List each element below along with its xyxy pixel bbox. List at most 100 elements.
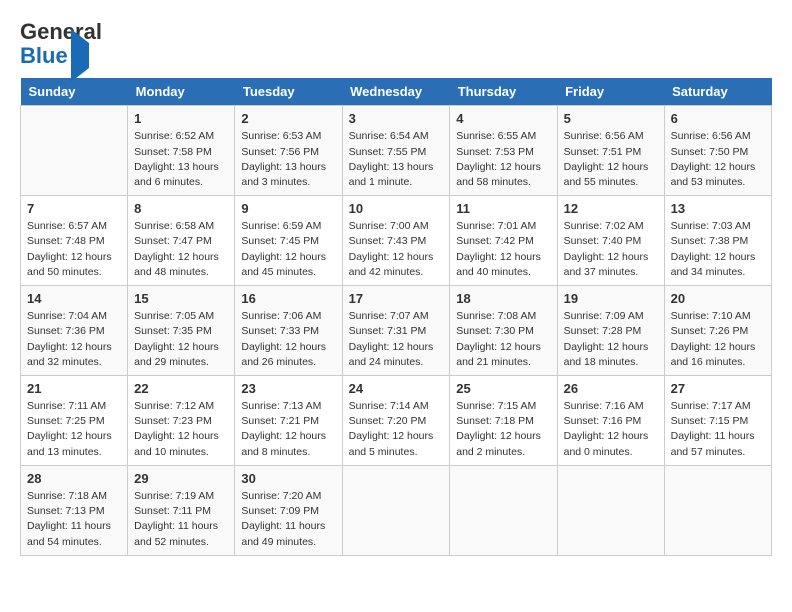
calendar-cell: 26 Sunrise: 7:16 AM Sunset: 7:16 PM Dayli… [557, 376, 664, 466]
calendar-cell: 8 Sunrise: 6:58 AM Sunset: 7:47 PM Daylig… [128, 196, 235, 286]
calendar-cell: 12Sunrise: 7:02 AM Sunset: 7:40 PM Dayli… [557, 196, 664, 286]
calendar-cell: 11 Sunrise: 7:01 AM Sunset: 7:42 PM Dayli… [450, 196, 557, 286]
calendar-week-2: 14 Sunrise: 7:04 AM Sunset: 7:36 PM Dayli… [21, 286, 772, 376]
calendar-cell: 28Sunrise: 7:18 AM Sunset: 7:13 PM Dayli… [21, 465, 128, 555]
day-number: 5 [564, 111, 658, 126]
calendar-cell: 14 Sunrise: 7:04 AM Sunset: 7:36 PM Dayli… [21, 286, 128, 376]
day-number: 7 [27, 201, 121, 216]
calendar-cell: 5Sunrise: 6:56 AM Sunset: 7:51 PM Daylig… [557, 106, 664, 196]
calendar-week-1: 7 Sunrise: 6:57 AM Sunset: 7:48 PM Daylig… [21, 196, 772, 286]
calendar-cell: 10 Sunrise: 7:00 AM Sunset: 7:43 PM Dayli… [342, 196, 450, 286]
day-info: Sunrise: 7:10 AM Sunset: 7:26 PM Dayligh… [671, 309, 765, 370]
day-number: 8 [134, 201, 228, 216]
calendar-cell: 17 Sunrise: 7:07 AM Sunset: 7:31 PM Dayli… [342, 286, 450, 376]
calendar-cell: 25 Sunrise: 7:15 AM Sunset: 7:18 PM Dayli… [450, 376, 557, 466]
calendar-cell: 29 Sunrise: 7:19 AM Sunset: 7:11 PM Dayli… [128, 465, 235, 555]
day-number: 3 [349, 111, 444, 126]
calendar-cell: 9Sunrise: 6:59 AM Sunset: 7:45 PM Daylig… [235, 196, 342, 286]
logo: General Blue [20, 20, 102, 68]
header-saturday: Saturday [664, 78, 771, 106]
logo-arrow-icon [71, 29, 89, 82]
calendar-cell: 24 Sunrise: 7:14 AM Sunset: 7:20 PM Dayli… [342, 376, 450, 466]
day-number: 29 [134, 471, 228, 486]
header-thursday: Thursday [450, 78, 557, 106]
calendar-header-row: SundayMondayTuesdayWednesdayThursdayFrid… [21, 78, 772, 106]
day-info: Sunrise: 6:58 AM Sunset: 7:47 PM Dayligh… [134, 219, 228, 280]
day-info: Sunrise: 6:55 AM Sunset: 7:53 PM Dayligh… [456, 129, 550, 190]
day-number: 11 [456, 201, 550, 216]
day-info: Sunrise: 6:57 AM Sunset: 7:48 PM Dayligh… [27, 219, 121, 280]
calendar-cell: 20 Sunrise: 7:10 AM Sunset: 7:26 PM Dayli… [664, 286, 771, 376]
day-info: Sunrise: 7:13 AM Sunset: 7:21 PM Dayligh… [241, 399, 335, 460]
day-number: 23 [241, 381, 335, 396]
calendar-cell: 18 Sunrise: 7:08 AM Sunset: 7:30 PM Dayli… [450, 286, 557, 376]
day-number: 30 [241, 471, 335, 486]
calendar-cell: 6 Sunrise: 6:56 AM Sunset: 7:50 PM Daylig… [664, 106, 771, 196]
day-number: 28 [27, 471, 121, 486]
page-header: General Blue [20, 20, 772, 68]
calendar-cell: 16Sunrise: 7:06 AM Sunset: 7:33 PM Dayli… [235, 286, 342, 376]
calendar-cell: 7 Sunrise: 6:57 AM Sunset: 7:48 PM Daylig… [21, 196, 128, 286]
day-number: 18 [456, 291, 550, 306]
calendar-cell: 3 Sunrise: 6:54 AM Sunset: 7:55 PM Daylig… [342, 106, 450, 196]
calendar-cell [21, 106, 128, 196]
header-tuesday: Tuesday [235, 78, 342, 106]
calendar-cell [342, 465, 450, 555]
day-number: 26 [564, 381, 658, 396]
day-number: 10 [349, 201, 444, 216]
day-number: 25 [456, 381, 550, 396]
day-number: 15 [134, 291, 228, 306]
day-info: Sunrise: 7:04 AM Sunset: 7:36 PM Dayligh… [27, 309, 121, 370]
day-number: 1 [134, 111, 228, 126]
day-info: Sunrise: 6:52 AM Sunset: 7:58 PM Dayligh… [134, 129, 228, 190]
day-info: Sunrise: 6:56 AM Sunset: 7:50 PM Dayligh… [671, 129, 765, 190]
logo-blue: Blue [20, 43, 68, 68]
day-number: 19 [564, 291, 658, 306]
header-wednesday: Wednesday [342, 78, 450, 106]
day-info: Sunrise: 7:05 AM Sunset: 7:35 PM Dayligh… [134, 309, 228, 370]
logo-general: General [20, 19, 102, 44]
day-number: 12 [564, 201, 658, 216]
calendar-cell: 1 Sunrise: 6:52 AM Sunset: 7:58 PM Daylig… [128, 106, 235, 196]
calendar-cell: 15 Sunrise: 7:05 AM Sunset: 7:35 PM Dayli… [128, 286, 235, 376]
day-info: Sunrise: 7:11 AM Sunset: 7:25 PM Dayligh… [27, 399, 121, 460]
calendar-cell: 23 Sunrise: 7:13 AM Sunset: 7:21 PM Dayli… [235, 376, 342, 466]
day-number: 20 [671, 291, 765, 306]
calendar-cell [557, 465, 664, 555]
day-info: Sunrise: 7:03 AM Sunset: 7:38 PM Dayligh… [671, 219, 765, 280]
day-info: Sunrise: 7:09 AM Sunset: 7:28 PM Dayligh… [564, 309, 658, 370]
calendar-cell: 22 Sunrise: 7:12 AM Sunset: 7:23 PM Dayli… [128, 376, 235, 466]
day-number: 21 [27, 381, 121, 396]
calendar-table: SundayMondayTuesdayWednesdayThursdayFrid… [20, 78, 772, 555]
day-info: Sunrise: 7:00 AM Sunset: 7:43 PM Dayligh… [349, 219, 444, 280]
day-number: 4 [456, 111, 550, 126]
day-info: Sunrise: 7:08 AM Sunset: 7:30 PM Dayligh… [456, 309, 550, 370]
calendar-cell [450, 465, 557, 555]
calendar-cell [664, 465, 771, 555]
calendar-week-3: 21 Sunrise: 7:11 AM Sunset: 7:25 PM Dayli… [21, 376, 772, 466]
header-friday: Friday [557, 78, 664, 106]
day-info: Sunrise: 7:12 AM Sunset: 7:23 PM Dayligh… [134, 399, 228, 460]
day-info: Sunrise: 7:07 AM Sunset: 7:31 PM Dayligh… [349, 309, 444, 370]
day-info: Sunrise: 7:06 AM Sunset: 7:33 PM Dayligh… [241, 309, 335, 370]
day-number: 22 [134, 381, 228, 396]
day-info: Sunrise: 7:14 AM Sunset: 7:20 PM Dayligh… [349, 399, 444, 460]
day-number: 14 [27, 291, 121, 306]
day-info: Sunrise: 7:20 AM Sunset: 7:09 PM Dayligh… [241, 489, 335, 550]
day-number: 24 [349, 381, 444, 396]
day-number: 9 [241, 201, 335, 216]
day-number: 6 [671, 111, 765, 126]
calendar-body: 1 Sunrise: 6:52 AM Sunset: 7:58 PM Daylig… [21, 106, 772, 555]
header-sunday: Sunday [21, 78, 128, 106]
calendar-cell: 4 Sunrise: 6:55 AM Sunset: 7:53 PM Daylig… [450, 106, 557, 196]
day-number: 17 [349, 291, 444, 306]
calendar-cell: 27 Sunrise: 7:17 AM Sunset: 7:15 PM Dayli… [664, 376, 771, 466]
day-info: Sunrise: 7:17 AM Sunset: 7:15 PM Dayligh… [671, 399, 765, 460]
calendar-cell: 2Sunrise: 6:53 AM Sunset: 7:56 PM Daylig… [235, 106, 342, 196]
day-info: Sunrise: 7:16 AM Sunset: 7:16 PM Dayligh… [564, 399, 658, 460]
day-info: Sunrise: 7:01 AM Sunset: 7:42 PM Dayligh… [456, 219, 550, 280]
day-info: Sunrise: 6:54 AM Sunset: 7:55 PM Dayligh… [349, 129, 444, 190]
day-number: 27 [671, 381, 765, 396]
day-info: Sunrise: 7:15 AM Sunset: 7:18 PM Dayligh… [456, 399, 550, 460]
day-info: Sunrise: 7:19 AM Sunset: 7:11 PM Dayligh… [134, 489, 228, 550]
